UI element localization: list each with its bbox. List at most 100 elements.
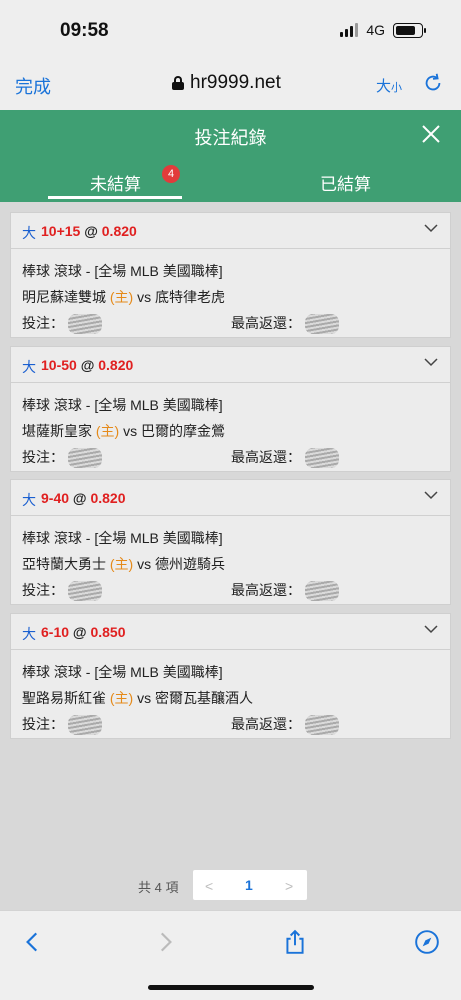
pending-count-badge: 4 bbox=[162, 165, 180, 183]
bet-card-header[interactable]: 大 10+15 @ 0.820 bbox=[11, 213, 450, 249]
stake-label: 投注： bbox=[22, 449, 64, 465]
bet-selection: 9-40 bbox=[41, 490, 70, 506]
page-header: 投注紀錄 bbox=[0, 110, 461, 158]
sport-line: 棒球 滾球 - [全場 MLB 美國職棒] bbox=[22, 664, 223, 680]
prev-page-button[interactable]: < bbox=[205, 878, 213, 894]
away-team: 密爾瓦基釀酒人 bbox=[155, 690, 253, 706]
bet-odds: 0.850 bbox=[90, 624, 126, 640]
at-sign: @ bbox=[72, 490, 87, 506]
chevron-down-icon[interactable] bbox=[424, 223, 438, 233]
bet-card[interactable]: 大 9-40 @ 0.820 棒球 滾球 - [全場 MLB 美國職棒] 亞特蘭… bbox=[10, 479, 451, 605]
max-return-label: 最高返還： bbox=[231, 582, 301, 598]
next-page-button[interactable]: > bbox=[285, 878, 293, 894]
at-sign: @ bbox=[80, 357, 95, 373]
back-icon[interactable] bbox=[20, 929, 46, 955]
share-icon[interactable] bbox=[282, 929, 308, 955]
home-team: 亞特蘭大勇士 bbox=[22, 556, 106, 572]
status-indicators: 4G bbox=[340, 22, 426, 38]
home-team: 聖路易斯紅雀 bbox=[22, 690, 106, 706]
bet-odds: 0.820 bbox=[98, 357, 134, 373]
chevron-down-icon[interactable] bbox=[424, 624, 438, 634]
text-size-small: 小 bbox=[391, 82, 403, 94]
bet-type: 大 bbox=[22, 626, 36, 642]
max-return-row: 最高返還： bbox=[231, 580, 339, 602]
chevron-down-icon[interactable] bbox=[424, 490, 438, 500]
lock-icon bbox=[172, 76, 184, 90]
stake-row: 投注： bbox=[22, 714, 102, 736]
matchup: 亞特蘭大勇士 (主) vs 德州遊騎兵 bbox=[22, 554, 225, 574]
bet-selection: 10+15 bbox=[41, 223, 81, 239]
tab-settled[interactable]: 已結算 bbox=[320, 170, 371, 195]
browser-chrome: 09:58 4G 完成 hr9999.net 大小 bbox=[0, 0, 461, 110]
max-return-row: 最高返還： bbox=[231, 447, 339, 469]
at-sign: @ bbox=[72, 624, 87, 640]
redacted-return bbox=[305, 581, 339, 602]
stake-row: 投注： bbox=[22, 313, 102, 335]
stake-label: 投注： bbox=[22, 716, 64, 732]
redacted-return bbox=[305, 314, 339, 335]
total-count: 共 4 項 bbox=[138, 880, 179, 895]
bet-card-header[interactable]: 大 9-40 @ 0.820 bbox=[11, 480, 450, 516]
home-tag: (主) bbox=[109, 289, 134, 305]
forward-icon[interactable] bbox=[152, 929, 178, 955]
address-bar[interactable]: hr9999.net bbox=[172, 72, 281, 94]
bet-odds: 0.820 bbox=[90, 490, 126, 506]
current-page[interactable]: 1 bbox=[245, 877, 253, 893]
vs-label: vs bbox=[137, 690, 152, 706]
stake-row: 投注： bbox=[22, 447, 102, 469]
battery-icon bbox=[393, 22, 426, 38]
home-tag: (主) bbox=[109, 556, 134, 572]
text-size-big: 大 bbox=[376, 78, 392, 95]
network-label: 4G bbox=[366, 22, 385, 38]
bet-card-header[interactable]: 大 6-10 @ 0.850 bbox=[11, 614, 450, 650]
stake-label: 投注： bbox=[22, 582, 64, 598]
redacted-stake bbox=[68, 581, 102, 602]
bet-card[interactable]: 大 6-10 @ 0.850 棒球 滾球 - [全場 MLB 美國職棒] 聖路易… bbox=[10, 613, 451, 739]
away-team: 底特律老虎 bbox=[155, 289, 225, 305]
done-button[interactable]: 完成 bbox=[15, 73, 51, 99]
home-tag: (主) bbox=[109, 690, 134, 706]
redacted-return bbox=[305, 448, 339, 469]
bet-type: 大 bbox=[22, 225, 36, 241]
close-icon[interactable] bbox=[419, 122, 443, 146]
max-return-label: 最高返還： bbox=[231, 315, 301, 331]
sport-line: 棒球 滾球 - [全場 MLB 美國職棒] bbox=[22, 530, 223, 546]
away-team: 德州遊騎兵 bbox=[155, 556, 225, 572]
url-text: hr9999.net bbox=[190, 72, 281, 93]
compass-icon[interactable] bbox=[414, 929, 440, 955]
matchup: 堪薩斯皇家 (主) vs 巴爾的摩金鶯 bbox=[22, 421, 225, 441]
bet-card[interactable]: 大 10+15 @ 0.820 棒球 滾球 - [全場 MLB 美國職棒] 明尼… bbox=[10, 212, 451, 338]
at-sign: @ bbox=[84, 223, 98, 239]
bet-selection: 6-10 bbox=[41, 624, 70, 640]
home-team: 堪薩斯皇家 bbox=[22, 423, 92, 439]
signal-icon bbox=[340, 23, 359, 37]
tab-pending[interactable]: 未結算 bbox=[90, 170, 141, 195]
redacted-return bbox=[305, 715, 339, 736]
text-size-button[interactable]: 大小 bbox=[376, 75, 402, 96]
bet-odds: 0.820 bbox=[101, 223, 137, 239]
max-return-label: 最高返還： bbox=[231, 716, 301, 732]
matchup: 聖路易斯紅雀 (主) vs 密爾瓦基釀酒人 bbox=[22, 688, 253, 708]
away-team: 巴爾的摩金鶯 bbox=[141, 423, 225, 439]
page-title: 投注紀錄 bbox=[194, 128, 267, 148]
vs-label: vs bbox=[137, 556, 152, 572]
bet-card[interactable]: 大 10-50 @ 0.820 棒球 滾球 - [全場 MLB 美國職棒] 堪薩… bbox=[10, 346, 451, 472]
stake-label: 投注： bbox=[22, 315, 64, 331]
home-indicator bbox=[148, 985, 314, 990]
max-return-label: 最高返還： bbox=[231, 449, 301, 465]
home-team: 明尼蘇達雙城 bbox=[22, 289, 106, 305]
max-return-row: 最高返還： bbox=[231, 714, 339, 736]
tab-bar: 未結算 4 已結算 bbox=[0, 158, 461, 202]
bet-card-header[interactable]: 大 10-50 @ 0.820 bbox=[11, 347, 450, 383]
status-time: 09:58 bbox=[60, 20, 109, 41]
reload-icon[interactable] bbox=[422, 72, 444, 94]
chevron-down-icon[interactable] bbox=[424, 357, 438, 367]
bet-type: 大 bbox=[22, 492, 36, 508]
bet-selection: 10-50 bbox=[41, 357, 77, 373]
active-tab-indicator bbox=[48, 196, 182, 199]
stake-row: 投注： bbox=[22, 580, 102, 602]
redacted-stake bbox=[68, 448, 102, 469]
max-return-row: 最高返還： bbox=[231, 313, 339, 335]
vs-label: vs bbox=[123, 423, 138, 439]
matchup: 明尼蘇達雙城 (主) vs 底特律老虎 bbox=[22, 287, 225, 307]
